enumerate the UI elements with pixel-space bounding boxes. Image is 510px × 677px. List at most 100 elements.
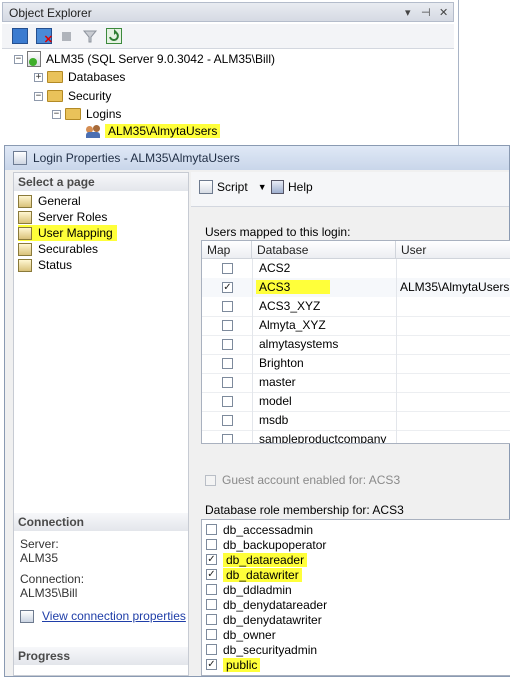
role-item[interactable]: db_denydatawriter [206,612,322,627]
tree-node-logins[interactable]: − Logins [52,105,121,123]
tree-node-security[interactable]: − Security [34,87,111,105]
view-connection-properties[interactable]: View connection properties [20,609,186,623]
page-label: General [38,194,81,208]
role-label: db_denydatareader [223,597,328,612]
page-label: Status [38,258,73,272]
selected-login-label: ALM35\AlmytaUsers [105,124,221,138]
role-checkbox[interactable] [206,584,217,595]
databases-label: Databases [68,70,126,84]
role-label: db_accessadmin [223,522,314,537]
collapse-icon[interactable]: − [14,54,23,64]
role-item[interactable]: ✓ public [206,657,261,672]
map-checkbox[interactable] [222,434,233,443]
grid-row[interactable]: Brighton [202,354,510,374]
grid-row[interactable]: ✓ ACS3 ALM35\AlmytaUsers [202,278,510,297]
help-button[interactable]: Help [271,180,313,194]
select-page-header: Select a page [14,173,188,191]
role-checkbox[interactable] [206,629,217,640]
view-connection-properties-link[interactable]: View connection properties [42,609,186,623]
role-item[interactable]: db_securityadmin [206,642,317,657]
database-cell: ACS3_XYZ [259,299,321,313]
dropdown-arrow-icon[interactable]: ▼ [258,182,267,192]
map-checkbox[interactable] [222,396,233,407]
role-checkbox[interactable] [206,644,217,655]
logins-label: Logins [86,107,122,121]
grid-row[interactable]: model [202,392,510,412]
column-header-user[interactable]: User [396,241,510,259]
map-checkbox[interactable]: ✓ [222,282,233,293]
grid-row[interactable]: master [202,373,510,393]
page-item-status[interactable]: Status [18,257,72,273]
server-caption: Server: [20,537,59,551]
page-item-user-mapping[interactable]: User Mapping [18,225,117,241]
column-header-database[interactable]: Database [252,241,396,259]
page-label: Securables [38,242,99,256]
disconnect-icon[interactable]: ✕ [36,28,53,46]
server-label: ALM35 (SQL Server 9.0.3042 - ALM35\Bill) [46,52,275,66]
role-item[interactable]: ✓ db_datawriter [206,567,302,582]
tree-node-databases[interactable]: + Databases [34,68,125,86]
pin-icon[interactable]: ⊣ [421,6,431,19]
role-item[interactable]: ✓ db_datareader [206,552,308,567]
role-label: public [223,657,261,672]
role-item[interactable]: db_denydatareader [206,597,327,612]
grid-row[interactable]: sampleproductcompany [202,430,510,443]
dropdown-icon[interactable]: ▾ [405,6,411,19]
user-cell[interactable]: ALM35\AlmytaUsers [400,280,509,294]
map-checkbox[interactable] [222,415,233,426]
database-cell: model [259,394,292,408]
role-label: db_ddladmin [223,582,292,597]
collapse-icon[interactable]: − [52,109,61,119]
folder-icon [65,108,81,120]
page-item-general[interactable]: General [18,193,81,209]
map-checkbox[interactable] [222,263,233,274]
map-checkbox[interactable] [222,339,233,350]
column-header-map[interactable]: Map [202,241,252,259]
map-checkbox[interactable] [222,301,233,312]
grid-row[interactable]: ACS2 [202,259,510,279]
grid-row[interactable]: ACS3_XYZ [202,297,510,317]
grid-row[interactable]: Almyta_XYZ [202,316,510,336]
role-item[interactable]: db_accessadmin [206,522,313,537]
role-label: db_backupoperator [223,537,327,552]
map-checkbox[interactable] [222,377,233,388]
role-item[interactable]: db_backupoperator [206,537,326,552]
stop-icon[interactable] [62,32,71,41]
map-checkbox[interactable] [222,358,233,369]
role-label: db_denydatawriter [223,612,322,627]
map-checkbox[interactable] [222,320,233,331]
connect-icon[interactable] [12,28,28,44]
folder-icon [47,90,63,102]
object-explorer-toolbar: ✕ [2,24,454,49]
role-checkbox[interactable]: ✓ [206,569,217,580]
progress-header: Progress [14,647,188,665]
connection-caption: Connection: [20,572,85,586]
refresh-icon[interactable] [106,28,122,44]
tree-node-selected-login[interactable]: ALM35\AlmytaUsers [86,122,221,140]
tree-node-server[interactable]: − ALM35 (SQL Server 9.0.3042 - ALM35\Bil… [14,50,275,68]
role-checkbox[interactable] [206,539,217,550]
script-label: Script [217,180,248,194]
expand-icon[interactable]: + [34,72,43,82]
role-checkbox[interactable] [206,614,217,625]
guest-account-label: Guest account enabled for: ACS3 [222,473,401,487]
server-value: ALM35 [20,551,59,565]
role-checkbox[interactable] [206,524,217,535]
page-label: Server Roles [38,210,108,224]
page-icon [18,226,32,240]
filter-icon[interactable] [82,28,98,44]
help-icon [271,180,284,194]
role-checkbox[interactable] [206,599,217,610]
role-item[interactable]: db_owner [206,627,276,642]
page-item-server-roles[interactable]: Server Roles [18,209,107,225]
grid-row[interactable]: msdb [202,411,510,431]
script-button[interactable]: Script ▼ [199,180,267,194]
role-checkbox[interactable]: ✓ [206,554,217,565]
close-icon[interactable]: ✕ [439,6,448,19]
role-checkbox[interactable]: ✓ [206,659,217,670]
page-item-securables[interactable]: Securables [18,241,98,257]
role-item[interactable]: db_ddladmin [206,582,292,597]
grid-row[interactable]: almytasystems [202,335,510,355]
collapse-icon[interactable]: − [34,91,43,101]
login-properties-dialog: Login Properties - ALM35\AlmytaUsers Sel… [4,145,510,677]
